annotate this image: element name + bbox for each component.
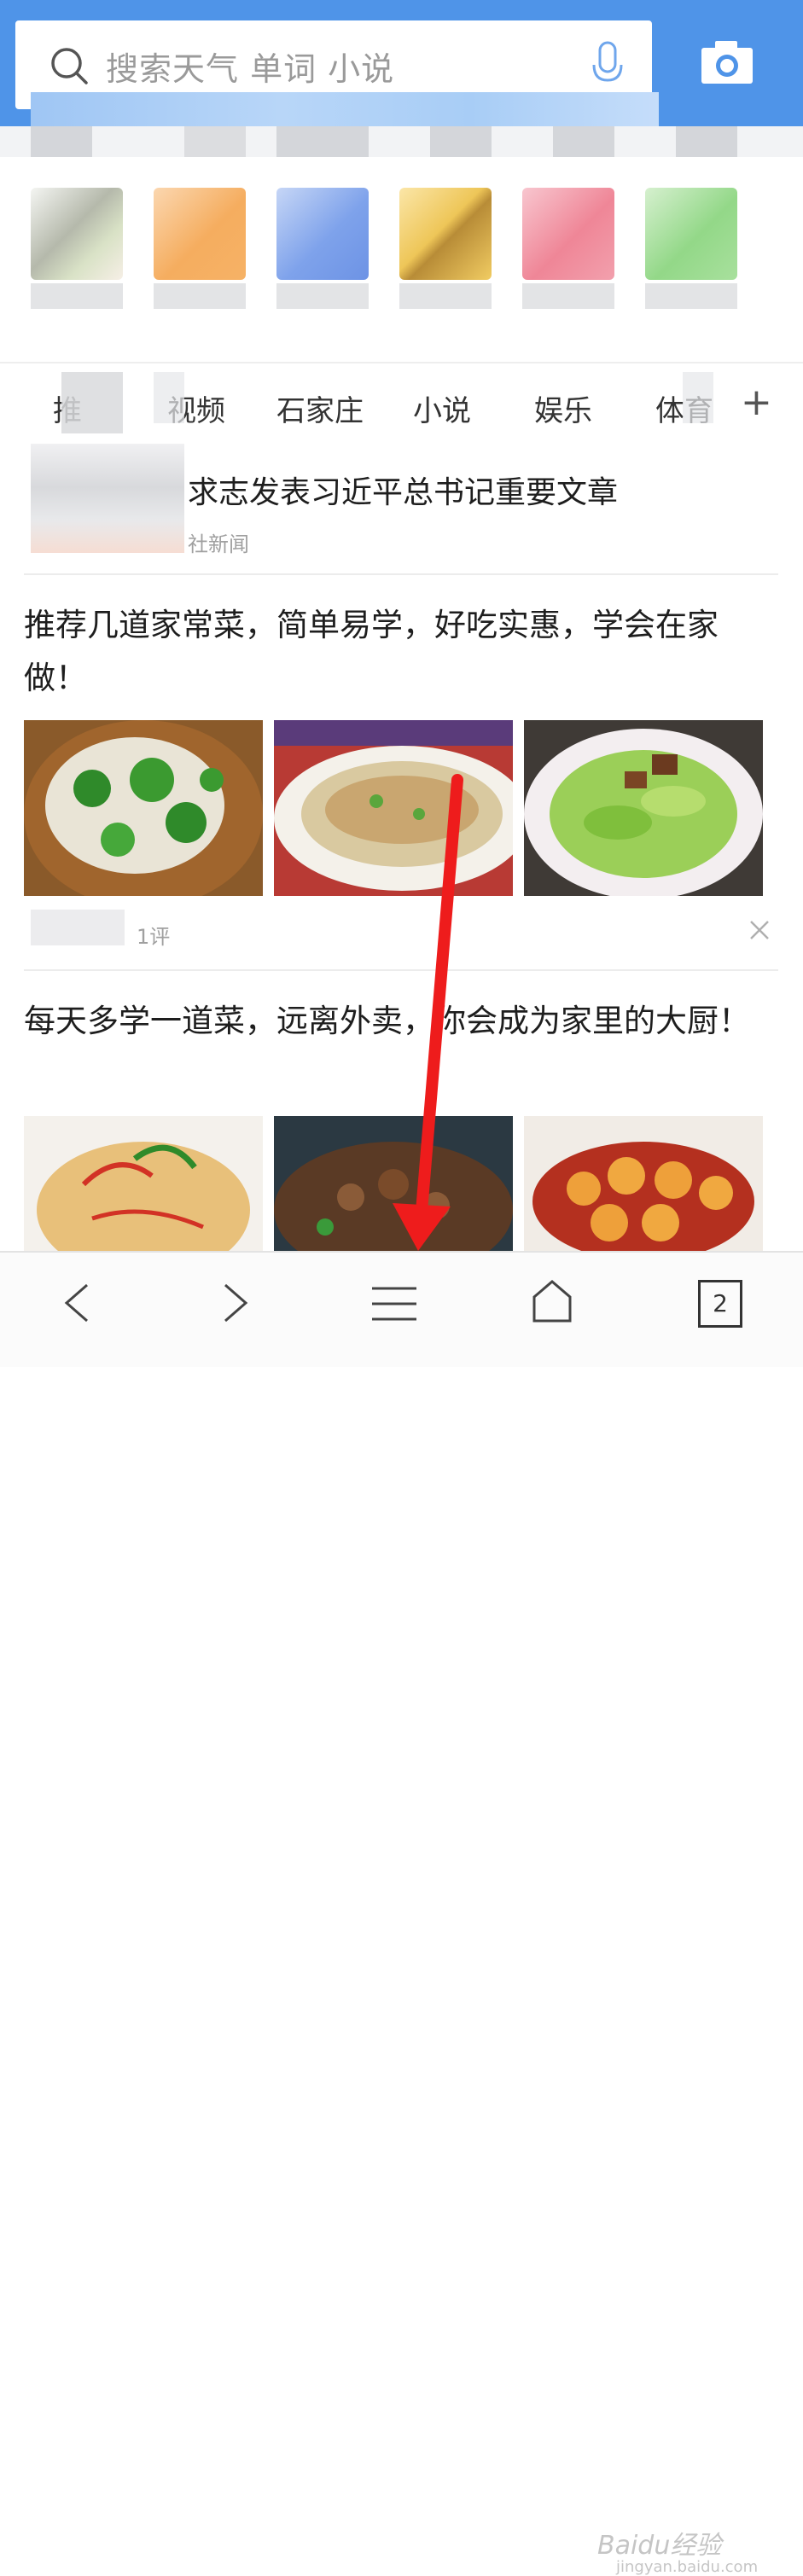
blurred-band xyxy=(0,126,803,157)
top-header: 搜索天气 单词 小说 xyxy=(0,0,803,126)
shortcut-icon-6[interactable] xyxy=(645,188,737,280)
divider xyxy=(24,573,778,575)
blurred-region xyxy=(31,910,125,945)
article-image[interactable] xyxy=(274,1116,513,1251)
shortcut-icon-2[interactable] xyxy=(154,188,246,280)
article-title[interactable]: 推荐几道家常菜，简单易学，好吃实惠，学会在家做！ xyxy=(24,599,758,705)
tab-entertainment[interactable]: 娱乐 xyxy=(534,387,592,429)
watermark-url: jingyan.baidu.com xyxy=(616,2558,759,2576)
tab-shijiazhuang[interactable]: 石家庄 xyxy=(276,387,364,429)
article-image[interactable] xyxy=(274,720,513,896)
search-placeholder: 搜索天气 单词 小说 xyxy=(106,50,395,88)
shortcut-icon-4[interactable] xyxy=(399,188,492,280)
tab-count-button[interactable]: 2 xyxy=(698,1280,742,1328)
article-image[interactable] xyxy=(524,1116,763,1251)
category-tabs: 推 视频 石家庄 小说 娱乐 体育 + xyxy=(0,363,803,444)
add-tab-button[interactable]: + xyxy=(741,381,772,424)
news-headline[interactable]: 求志发表习近平总书记重要文章 xyxy=(188,468,618,512)
search-icon xyxy=(51,48,88,84)
divider xyxy=(24,969,778,971)
camera-icon[interactable] xyxy=(700,38,754,85)
article-image[interactable] xyxy=(524,720,763,896)
menu-icon[interactable] xyxy=(372,1285,416,1323)
shortcut-icon-3[interactable] xyxy=(276,188,369,280)
forward-icon[interactable] xyxy=(220,1282,251,1324)
blurred-region xyxy=(31,92,659,126)
quick-access-row xyxy=(0,157,803,362)
close-icon[interactable] xyxy=(746,916,773,944)
news-source: 社新闻 xyxy=(188,532,249,556)
article-image[interactable] xyxy=(24,1116,263,1251)
shortcut-icon-5[interactable] xyxy=(522,188,614,280)
bottom-toolbar: 2 Baidu经验 jingyan.baidu.com xyxy=(0,1251,803,2576)
article-image[interactable] xyxy=(24,720,263,896)
watermark-logo: Baidu经验 xyxy=(597,2531,722,2561)
home-icon[interactable] xyxy=(531,1278,573,1323)
article-title[interactable]: 每天多学一道菜，远离外卖，你会成为家里的大厨！ xyxy=(24,995,758,1048)
blurred-region xyxy=(31,444,184,553)
shortcut-icon-1[interactable] xyxy=(31,188,123,280)
back-icon[interactable] xyxy=(61,1282,92,1324)
tab-novel[interactable]: 小说 xyxy=(413,387,471,429)
comment-count: 1评 xyxy=(137,925,171,949)
microphone-icon[interactable] xyxy=(589,39,626,90)
